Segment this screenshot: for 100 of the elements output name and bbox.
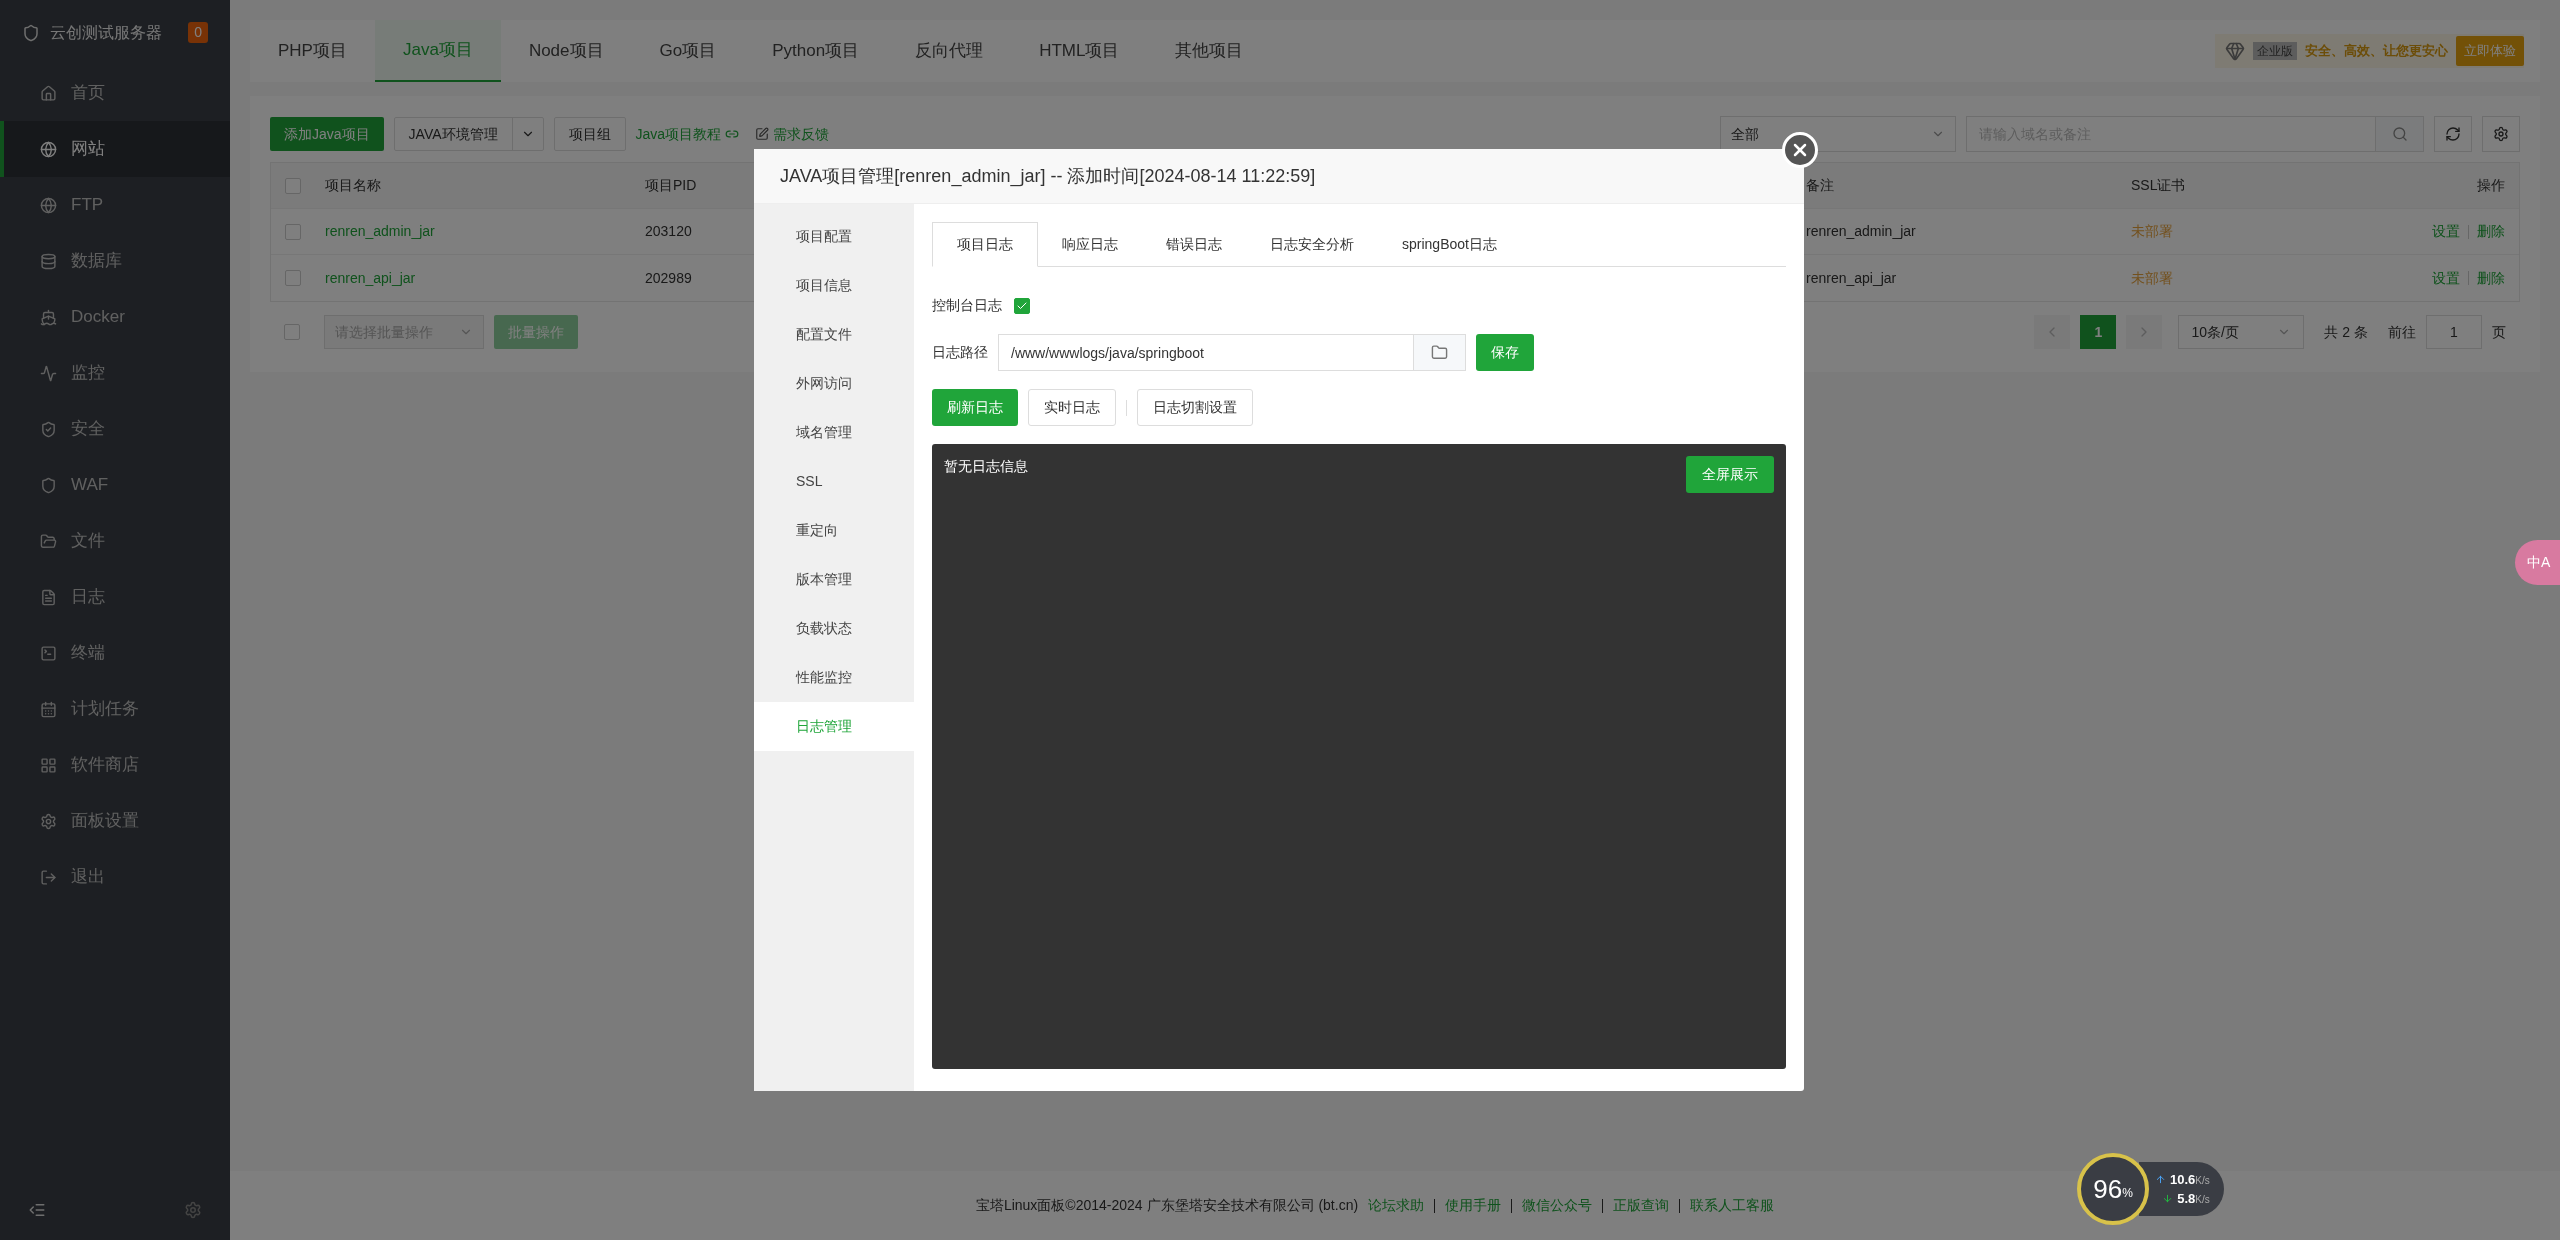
system-monitor-widget[interactable]: 96% 10.6K/s 5.8K/s xyxy=(2077,1153,2224,1225)
env-dropdown-button[interactable]: JAVA环境管理 xyxy=(393,117,544,151)
log-path-field[interactable]: /www/wwwlogs/java/springboot xyxy=(998,334,1414,371)
realtime-log-button[interactable]: 实时日志 xyxy=(1028,389,1116,426)
calendar-icon xyxy=(40,700,57,718)
sidebar-item[interactable]: 网站 xyxy=(0,121,230,177)
checkbox[interactable] xyxy=(1014,297,1030,314)
action-link[interactable]: 删除 xyxy=(2477,267,2505,289)
previous-page-button[interactable] xyxy=(2034,315,2071,349)
folder-button[interactable] xyxy=(1414,334,1466,371)
sidebar-item[interactable]: 终端 xyxy=(0,625,230,681)
project-tab[interactable]: HTML项目 xyxy=(1011,20,1148,82)
refresh-button[interactable] xyxy=(2434,116,2472,152)
action-link[interactable]: 设置 xyxy=(2432,267,2460,289)
log-tab[interactable]: 项目日志 xyxy=(932,222,1038,267)
log-tab[interactable]: 错误日志 xyxy=(1142,222,1246,266)
tutorial-link[interactable]: Java项目教程 xyxy=(635,123,740,145)
footer-link[interactable]: 正版查询 xyxy=(1613,1195,1670,1216)
checkbox[interactable] xyxy=(285,223,301,240)
modal-nav-item[interactable]: 域名管理 xyxy=(754,408,914,457)
checkbox[interactable] xyxy=(285,177,301,194)
project-tab[interactable]: Python项目 xyxy=(744,20,888,82)
sidebar-item[interactable]: 首页 xyxy=(0,65,230,121)
sidebar-item[interactable]: WAF xyxy=(0,457,230,513)
sidebar-item[interactable]: 监控 xyxy=(0,345,230,401)
promo-slogan: 安全、高效、让您更安心 xyxy=(2305,42,2448,61)
modal-nav-item[interactable]: 配置文件 xyxy=(754,310,914,359)
sidebar-item[interactable]: 计划任务 xyxy=(0,681,230,737)
page-size-select[interactable]: 10条/页 xyxy=(2178,315,2305,349)
terminal-icon xyxy=(40,644,57,662)
search-button[interactable] xyxy=(2376,116,2424,152)
link-icon xyxy=(725,127,740,141)
settings-icon[interactable] xyxy=(184,1201,202,1219)
project-tab[interactable]: PHP项目 xyxy=(250,20,375,82)
fullscreen-button[interactable]: 全屏展示 xyxy=(1686,456,1774,493)
log-rotation-button[interactable]: 日志切割设置 xyxy=(1137,389,1253,426)
log-tab[interactable]: 日志安全分析 xyxy=(1246,222,1378,266)
sidebar-item[interactable]: Docker xyxy=(0,289,230,345)
shield-icon xyxy=(40,476,57,494)
project-name-link[interactable]: renren_admin_jar xyxy=(325,221,645,242)
modal-nav-item[interactable]: 外网访问 xyxy=(754,359,914,408)
modal-nav-item[interactable]: 负载状态 xyxy=(754,604,914,653)
action-link[interactable]: 设置 xyxy=(2432,221,2460,242)
grid-icon xyxy=(40,756,57,774)
collapse-icon[interactable] xyxy=(28,1201,46,1219)
action-link[interactable]: 删除 xyxy=(2477,221,2505,242)
sidebar-item[interactable]: FTP xyxy=(0,177,230,233)
settings-button[interactable] xyxy=(2482,116,2520,152)
folder-icon xyxy=(1431,344,1448,361)
download-icon xyxy=(2162,1193,2174,1205)
footer-link[interactable]: 论坛求助 xyxy=(1368,1195,1425,1216)
page-label: 页 xyxy=(2492,322,2506,342)
footer-link[interactable]: 使用手册 xyxy=(1445,1195,1502,1216)
log-tab[interactable]: 响应日志 xyxy=(1038,222,1142,266)
sidebar-item[interactable]: 数据库 xyxy=(0,233,230,289)
footer-link[interactable]: 微信公众号 xyxy=(1522,1195,1593,1216)
table-cell: 202989 xyxy=(645,269,692,286)
modal-nav-item[interactable]: 日志管理 xyxy=(754,702,914,751)
refresh-log-button[interactable]: 刷新日志 xyxy=(932,389,1018,426)
project-group-button[interactable]: 项目组 xyxy=(553,117,626,151)
column-header: SSL证书 xyxy=(2131,176,2187,195)
project-tab[interactable]: Node项目 xyxy=(500,20,632,82)
table-cell: renren_admin_jar xyxy=(1806,223,1916,239)
notification-badge[interactable]: 0 xyxy=(188,22,208,43)
modal-nav-item[interactable]: 项目信息 xyxy=(754,261,914,310)
sidebar-item[interactable]: 文件 xyxy=(0,513,230,569)
page-button[interactable]: 1 xyxy=(2080,315,2117,349)
log-path-label: 日志路径 xyxy=(932,343,988,362)
checkbox[interactable] xyxy=(285,270,301,286)
upload-speed: 10.6K/s xyxy=(2170,1170,2210,1189)
project-tab[interactable]: 反向代理 xyxy=(887,20,1012,82)
modal-nav-item[interactable]: 版本管理 xyxy=(754,555,914,604)
try-now-button[interactable]: 立即体验 xyxy=(2456,36,2524,66)
project-tab[interactable]: Go项目 xyxy=(631,20,745,82)
sidebar-item[interactable]: 安全 xyxy=(0,401,230,457)
next-page-button[interactable] xyxy=(2126,315,2163,349)
sidebar-item[interactable]: 日志 xyxy=(0,569,230,625)
project-tab[interactable]: 其他项目 xyxy=(1147,20,1272,82)
chart-icon xyxy=(40,364,57,382)
log-tab[interactable]: springBoot日志 xyxy=(1378,222,1521,266)
shield-icon xyxy=(40,420,57,438)
modal-nav-item[interactable]: SSL xyxy=(754,457,914,506)
project-name-link[interactable]: renren_api_jar xyxy=(325,267,645,289)
sidebar-item[interactable]: 软件商店 xyxy=(0,737,230,793)
page-input[interactable]: 1 xyxy=(2426,315,2482,349)
goto-label: 前往 xyxy=(2388,322,2416,342)
modal-nav-item[interactable]: 重定向 xyxy=(754,506,914,555)
ssl-status: 未部署 xyxy=(2131,222,2174,241)
feedback-link[interactable]: 需求反馈 xyxy=(755,123,830,145)
translate-button[interactable]: 中A xyxy=(2515,540,2560,585)
footer-link[interactable]: 联系人工客服 xyxy=(1690,1195,1775,1216)
document-icon xyxy=(40,588,57,606)
sidebar-item[interactable]: 退出 xyxy=(0,849,230,905)
save-button[interactable]: 保存 xyxy=(1476,334,1534,371)
modal-nav-item[interactable]: 性能监控 xyxy=(754,653,914,702)
add-project-button[interactable]: 添加Java项目 xyxy=(270,117,384,151)
modal-nav-item[interactable]: 项目配置 xyxy=(754,212,914,261)
project-tab[interactable]: Java项目 xyxy=(374,20,501,82)
sidebar-item[interactable]: 面板设置 xyxy=(0,793,230,849)
checkbox[interactable] xyxy=(284,324,300,340)
